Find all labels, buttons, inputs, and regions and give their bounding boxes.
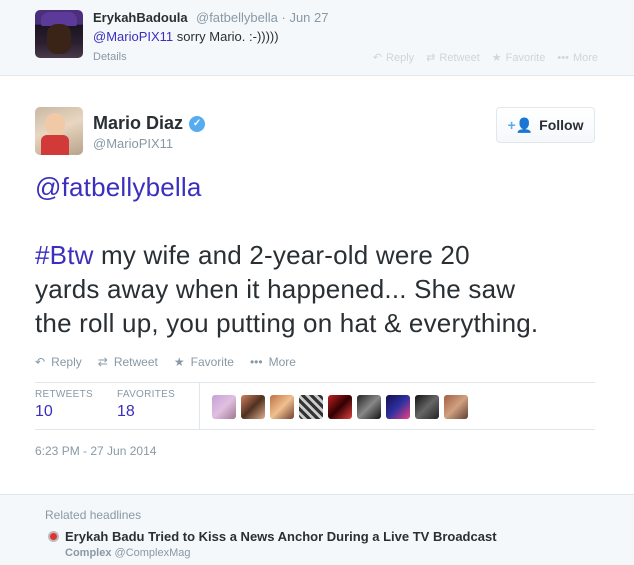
avatar-head [45, 113, 65, 135]
parent-text-body: sorry Mario. :-))))) [173, 29, 279, 44]
tweet-line-3: the roll up, you putting on hat & everyt… [35, 308, 539, 338]
headline-text: Erykah Badu Tried to Kiss a News Anchor … [65, 529, 497, 544]
favorite-label: Favorite [190, 355, 234, 369]
reply-label: Reply [51, 355, 82, 369]
favorite-label: Favorite [505, 51, 546, 64]
more-button[interactable]: ••• More [250, 355, 296, 369]
main-actions: ↶ Reply ⇄ Retweet ★ Favorite ••• More [35, 355, 296, 369]
author-name-text: Mario Diaz [93, 113, 184, 133]
favoriter-avatar[interactable] [270, 395, 294, 419]
favoriter-avatar[interactable] [212, 395, 236, 419]
line1-rest: my wife and 2-year-old were 20 [93, 240, 470, 270]
favorite-button[interactable]: ★ Favorite [174, 355, 234, 369]
tweet-line-1: #Btw my wife and 2-year-old were 20 [35, 238, 615, 272]
follow-label: Follow [539, 117, 584, 133]
follow-button[interactable]: +👤 Follow [496, 107, 595, 143]
avatar-face [47, 24, 71, 54]
favoriter-avatars [212, 395, 468, 419]
main-avatar[interactable] [35, 107, 83, 155]
parent-actions: ↶ Reply ⇄ Retweet ★ Favorite ••• More [372, 51, 598, 65]
parent-reply-button[interactable]: ↶ Reply [372, 51, 415, 65]
parent-mention-link[interactable]: @MarioPIX11 [93, 29, 173, 44]
retweet-button[interactable]: ⇄ Retweet [98, 355, 158, 369]
parent-meta: @fatbellybella · Jun 27 [196, 10, 328, 25]
retweet-icon: ⇄ [97, 355, 108, 369]
parent-date[interactable]: Jun 27 [289, 10, 328, 25]
parent-retweet-button[interactable]: ⇄ Retweet [426, 51, 480, 65]
star-icon: ★ [173, 355, 185, 369]
retweets-stat[interactable]: RETWEETS 10 [35, 389, 93, 421]
tweet-body: @fatbellybella #Btw my wife and 2-year-o… [35, 170, 615, 340]
more-label: More [572, 51, 598, 64]
reply-button[interactable]: ↶ Reply [35, 355, 82, 369]
favoriter-avatar[interactable] [386, 395, 410, 419]
tweet-line-2: yards away when it happened... She saw [35, 274, 516, 304]
details-link[interactable]: Details [93, 51, 127, 63]
more-dots-icon: ••• [249, 355, 263, 369]
related-headline-link[interactable]: Erykah Badu Tried to Kiss a News Anchor … [48, 529, 497, 544]
hashtag-link[interactable]: #Btw [35, 240, 94, 270]
retweets-label: RETWEETS [35, 389, 93, 400]
tweet-stats: RETWEETS 10 FAVORITES 18 [35, 382, 595, 430]
favorites-stat[interactable]: FAVORITES 18 [117, 389, 175, 421]
text-spacer [35, 204, 615, 238]
more-label: More [268, 355, 296, 369]
retweets-count: 10 [35, 403, 53, 420]
favoriter-avatar[interactable] [357, 395, 381, 419]
favorites-count: 18 [117, 403, 135, 420]
retweet-label: Retweet [113, 355, 158, 369]
main-author-name[interactable]: Mario Diaz ✓ [93, 113, 206, 134]
related-title: Related headlines [45, 508, 142, 522]
retweet-icon: ⇄ [426, 52, 436, 64]
parent-more-button[interactable]: ••• More [557, 51, 598, 64]
parent-handle[interactable]: @fatbellybella [196, 10, 278, 25]
source-handle: @ComplexMag [114, 547, 191, 559]
reply-icon: ↶ [35, 355, 46, 369]
reply-label: Reply [386, 51, 415, 64]
favoriter-avatar[interactable] [328, 395, 352, 419]
favoriter-avatar[interactable] [241, 395, 265, 419]
main-author-handle[interactable]: @MarioPIX11 [93, 136, 173, 151]
verified-badge-icon: ✓ [189, 115, 206, 132]
source-name: Complex [65, 547, 112, 559]
parent-avatar[interactable] [35, 10, 83, 58]
favoriter-avatar[interactable] [299, 395, 323, 419]
mention-link[interactable]: @fatbellybella [35, 170, 615, 204]
parent-tweet: ErykahBadoula @fatbellybella · Jun 27 @M… [0, 0, 634, 76]
favoriter-avatar[interactable] [415, 395, 439, 419]
star-icon: ★ [491, 52, 502, 64]
more-dots-icon: ••• [557, 51, 569, 64]
tweet-timestamp[interactable]: 6:23 PM - 27 Jun 2014 [35, 444, 156, 458]
reply-icon: ↶ [372, 52, 383, 64]
related-headlines: Related headlines Erykah Badu Tried to K… [0, 494, 634, 565]
follow-person-plus-icon: +👤 [507, 116, 534, 133]
source-logo-icon [48, 531, 59, 542]
parent-author-name[interactable]: ErykahBadoula [93, 10, 188, 25]
favoriter-avatar[interactable] [444, 395, 468, 419]
avatar-shirt [41, 135, 69, 155]
favorites-label: FAVORITES [117, 389, 176, 400]
parent-tweet-text: @MarioPIX11 sorry Mario. :-))))) [93, 29, 279, 44]
parent-favorite-button[interactable]: ★ Favorite [491, 51, 546, 65]
related-source[interactable]: Complex @ComplexMag [65, 547, 191, 559]
stats-divider [199, 383, 200, 430]
retweet-label: Retweet [439, 51, 480, 64]
